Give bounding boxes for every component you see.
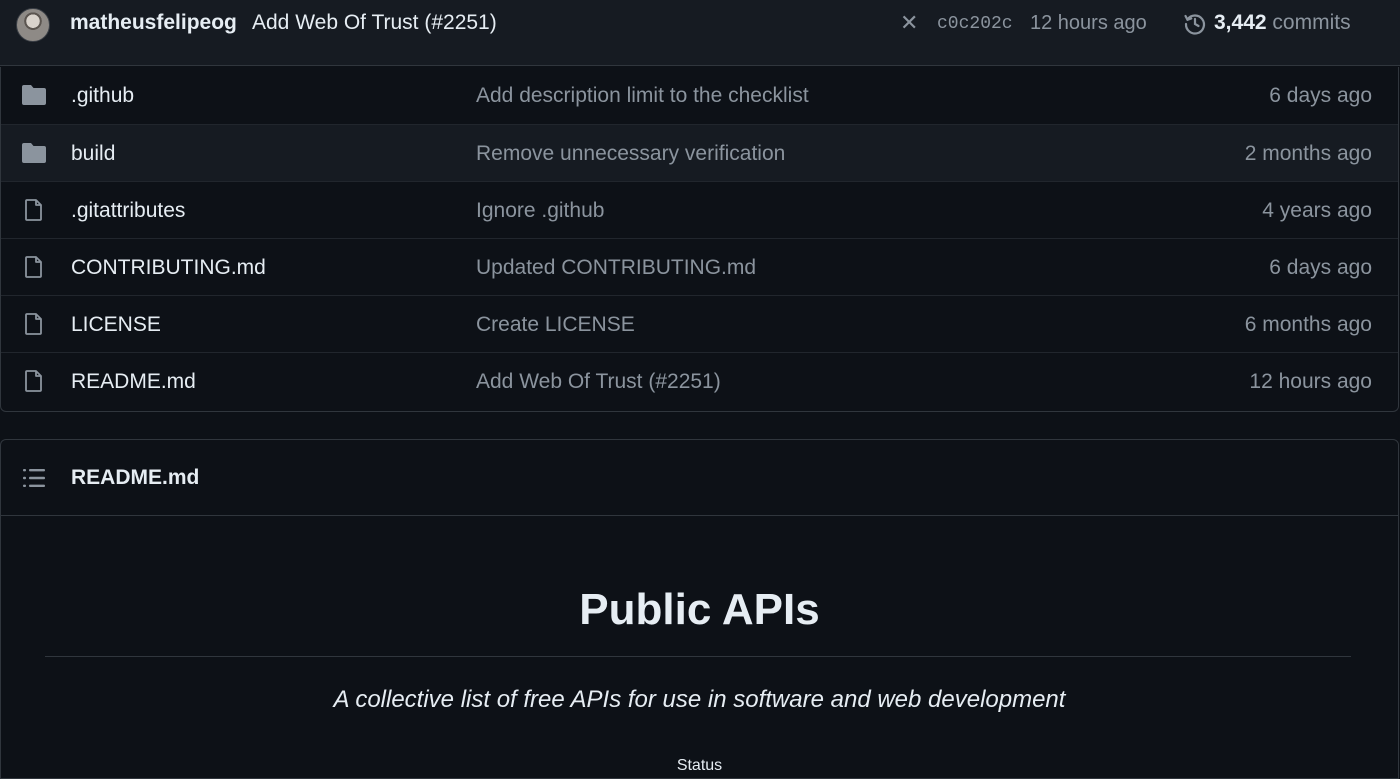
file-commit-time: 2 months ago <box>1244 142 1372 165</box>
file-row[interactable]: CONTRIBUTING.md Updated CONTRIBUTING.md … <box>1 238 1398 295</box>
file-name-link[interactable]: README.md <box>71 370 196 394</box>
file-commit-time: 6 months ago <box>1244 313 1372 336</box>
file-name-link[interactable]: .github <box>71 84 134 108</box>
readme-filename-link[interactable]: README.md <box>71 466 199 490</box>
file-row[interactable]: build Remove unnecessary verification 2 … <box>1 124 1398 181</box>
file-name-link[interactable]: LICENSE <box>71 313 161 337</box>
file-commit-message[interactable]: Add Web Of Trust (#2251) <box>476 370 721 394</box>
file-row[interactable]: LICENSE Create LICENSE 6 months ago <box>1 295 1398 352</box>
file-icon <box>25 199 42 221</box>
list-icon[interactable] <box>21 467 47 489</box>
file-icon <box>25 370 42 392</box>
folder-icon <box>22 85 46 105</box>
commit-count-link[interactable]: 3,442 commits <box>1214 11 1351 35</box>
commit-count-number: 3,442 <box>1214 11 1267 34</box>
readme-status-label: Status <box>676 757 723 774</box>
readme-header: README.md <box>1 440 1398 516</box>
file-commit-time: 6 days ago <box>1269 256 1372 279</box>
heading-divider <box>45 656 1351 657</box>
file-row[interactable]: .github Add description limit to the che… <box>1 67 1398 124</box>
file-commit-message[interactable]: Create LICENSE <box>476 313 635 337</box>
commit-time: 12 hours ago <box>1030 12 1147 34</box>
file-name-link[interactable]: build <box>71 142 115 166</box>
history-icon[interactable] <box>1183 12 1207 36</box>
file-row[interactable]: .gitattributes Ignore .github 4 years ag… <box>1 181 1398 238</box>
file-icon <box>25 256 42 278</box>
file-name-link[interactable]: CONTRIBUTING.md <box>71 256 266 280</box>
author-avatar[interactable] <box>16 8 50 42</box>
readme-panel: README.md Public APIs A collective list … <box>0 439 1399 779</box>
file-name-link[interactable]: .gitattributes <box>71 199 185 223</box>
readme-tagline: A collective list of free APIs for use i… <box>333 686 1066 713</box>
file-commit-time: 12 hours ago <box>1249 370 1372 393</box>
file-commit-message[interactable]: Updated CONTRIBUTING.md <box>476 256 756 280</box>
commit-sha-link[interactable]: c0c202c <box>937 14 1013 34</box>
folder-icon <box>22 143 46 163</box>
file-icon <box>25 313 42 335</box>
x-icon[interactable]: ✕ <box>900 10 918 36</box>
commit-message-link[interactable]: Add Web Of Trust (#2251) <box>252 11 497 35</box>
file-commit-time: 4 years ago <box>1262 199 1372 222</box>
latest-commit-bar: matheusfelipeog Add Web Of Trust (#2251)… <box>0 0 1400 66</box>
file-row[interactable]: README.md Add Web Of Trust (#2251) 12 ho… <box>1 352 1398 409</box>
file-commit-message[interactable]: Remove unnecessary verification <box>476 142 785 166</box>
file-commit-time: 6 days ago <box>1269 84 1372 107</box>
commit-author-link[interactable]: matheusfelipeog <box>70 11 237 35</box>
file-list: .github Add description limit to the che… <box>0 67 1399 412</box>
file-commit-message[interactable]: Ignore .github <box>476 199 604 223</box>
commit-count-label: commits <box>1266 11 1351 34</box>
file-commit-message[interactable]: Add description limit to the checklist <box>476 84 809 108</box>
readme-heading: Public APIs <box>579 585 820 634</box>
